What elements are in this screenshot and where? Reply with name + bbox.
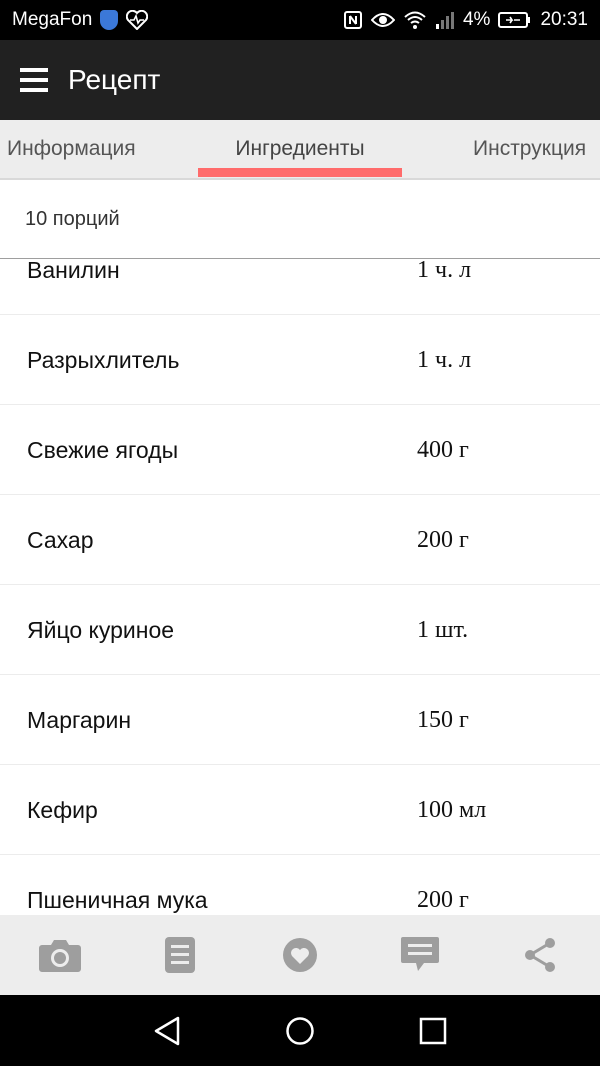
comment-icon[interactable]	[390, 925, 450, 985]
status-bar-right: 4% 20:31	[343, 9, 588, 31]
status-bar: MegaFon 4% 20:31	[0, 0, 600, 40]
status-bar-left: MegaFon	[12, 9, 149, 31]
hamburger-menu-icon[interactable]	[0, 40, 68, 120]
clock: 20:31	[540, 9, 588, 30]
ingredient-name: Ванилин	[27, 259, 120, 283]
ingredient-row: Свежие ягоды 400 г	[0, 405, 600, 495]
ingredient-row: Разрыхлитель 1 ч. л	[0, 315, 600, 405]
ingredient-row: Ванилин 1 ч. л	[0, 259, 600, 315]
heart-icon[interactable]	[270, 925, 330, 985]
ingredient-name: Разрыхлитель	[27, 347, 180, 373]
ingredient-quantity: 400 г	[417, 437, 469, 463]
ingredient-name: Пшеничная мука	[27, 887, 208, 913]
ingredient-name: Сахар	[27, 527, 94, 553]
ingredient-name: Маргарин	[27, 707, 132, 733]
app-bar: Рецепт	[0, 40, 600, 120]
recents-icon[interactable]	[403, 1001, 463, 1061]
ingredient-quantity: 200 г	[417, 887, 469, 913]
nfc-icon	[343, 10, 363, 30]
battery-percent: 4%	[462, 9, 491, 30]
active-tab-indicator	[198, 168, 402, 177]
eye-icon	[370, 11, 395, 29]
tab-instructions[interactable]: Инструкция	[473, 120, 586, 178]
share-icon[interactable]	[510, 925, 570, 985]
action-bar	[0, 915, 600, 995]
ingredient-name: Кефир	[27, 797, 98, 823]
ingredient-quantity: 200 г	[417, 527, 469, 553]
back-icon[interactable]	[137, 1001, 197, 1061]
ingredient-row: Яйцо куриное 1 шт.	[0, 585, 600, 675]
signal-icon	[435, 11, 455, 29]
ingredient-row: Кефир 100 мл	[0, 765, 600, 855]
list-icon[interactable]	[150, 925, 210, 985]
tab-information[interactable]: Информация	[7, 120, 136, 178]
system-nav-bar	[0, 995, 600, 1066]
page-title: Рецепт	[68, 64, 161, 95]
ingredient-name: Свежие ягоды	[27, 437, 179, 463]
heartbeat-icon	[126, 10, 149, 30]
servings-count[interactable]: 10 порций	[0, 180, 600, 259]
carrier-name: MegaFon	[12, 9, 93, 30]
ingredient-quantity: 100 мл	[417, 797, 487, 823]
ingredient-list[interactable]: Ванилин 1 ч. л Разрыхлитель 1 ч. л Свежи…	[0, 259, 600, 915]
battery-icon	[498, 11, 532, 29]
wifi-icon	[403, 10, 427, 30]
ingredient-row: Пшеничная мука 200 г	[0, 855, 600, 915]
ingredient-quantity: 1 ч. л	[417, 259, 472, 283]
ingredient-quantity: 150 г	[417, 707, 469, 733]
shield-icon	[100, 10, 119, 30]
ingredient-row: Маргарин 150 г	[0, 675, 600, 765]
ingredient-quantity: 1 шт.	[417, 617, 469, 643]
ingredient-name: Яйцо куриное	[27, 617, 175, 643]
home-icon[interactable]	[270, 1001, 330, 1061]
ingredient-quantity: 1 ч. л	[417, 347, 472, 373]
camera-icon[interactable]	[30, 925, 90, 985]
ingredient-row: Сахар 200 г	[0, 495, 600, 585]
